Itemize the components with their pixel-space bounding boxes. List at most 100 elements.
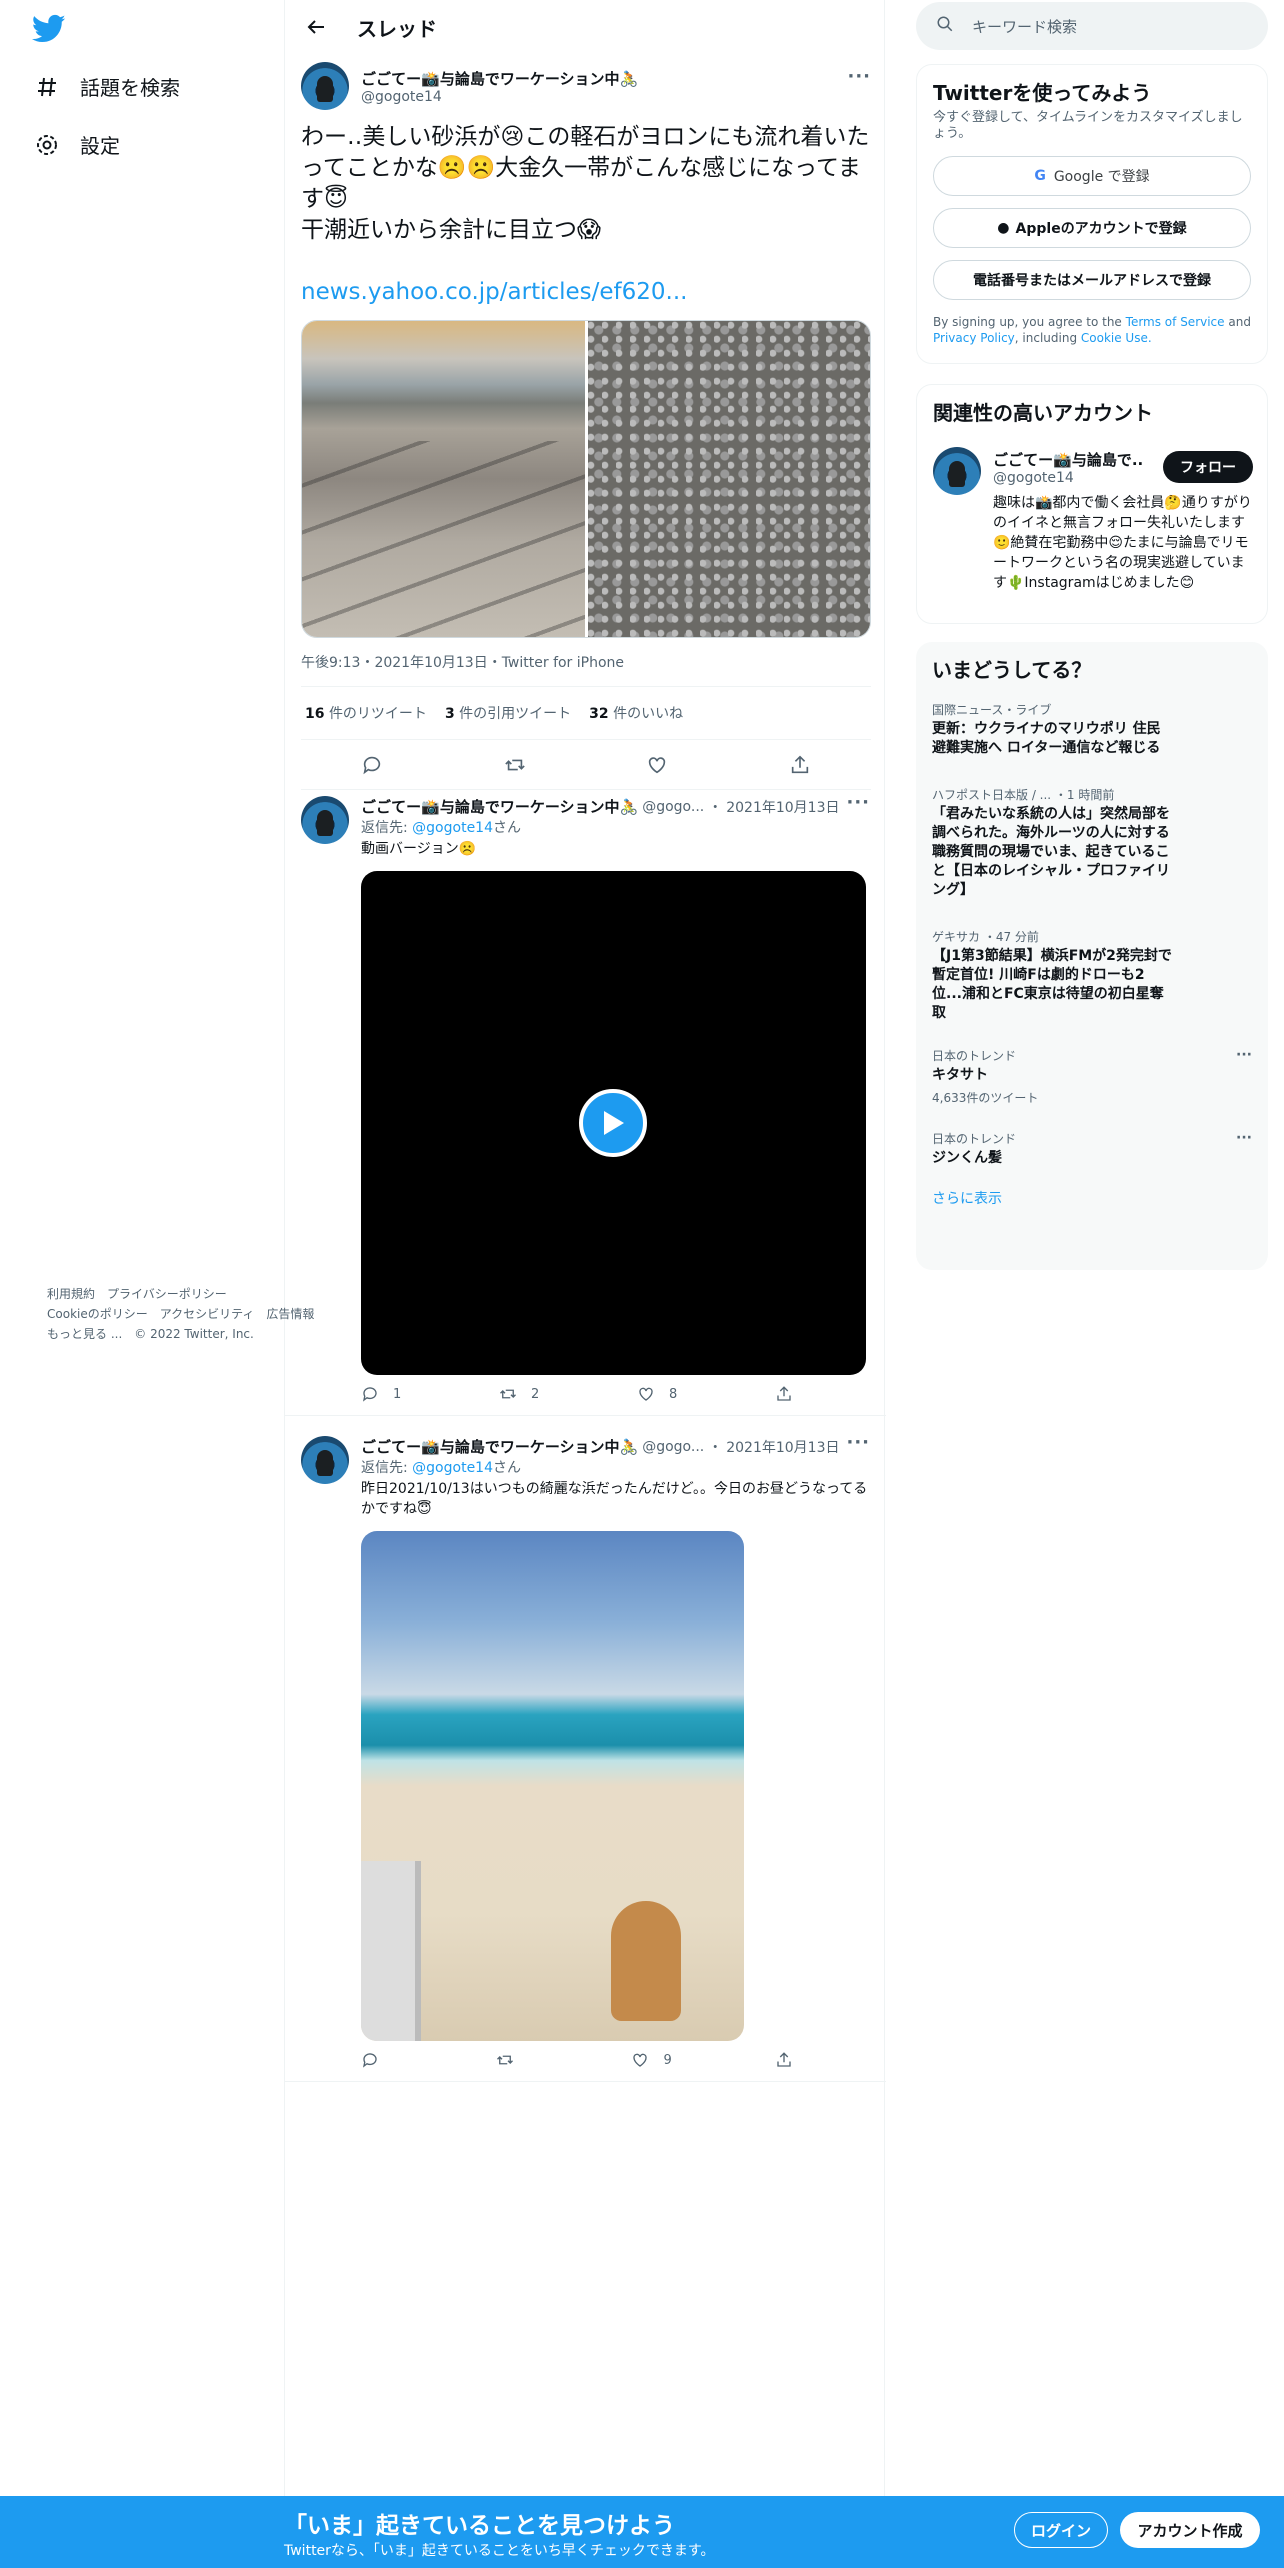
footer-link[interactable]: アクセシビリティ: [160, 1307, 255, 1321]
signup-title: Twitterを使ってみよう: [933, 81, 1152, 105]
tweet-user-name[interactable]: ごごてー📸与論島でワーケーション中🚴: [361, 68, 638, 89]
trends-box: いまどうしてる？ 国際ニュース・ライブ 更新：ウクライナのマリウポリ 住民避難実…: [916, 642, 1268, 1270]
share-button[interactable]: [775, 2051, 793, 2069]
likes-stat[interactable]: 32 件のいいね: [589, 703, 683, 723]
follow-button[interactable]: フォロー: [1163, 451, 1253, 483]
nav-settings-label: 設定: [80, 134, 120, 158]
footer-links: 利用規約 プライバシーポリシー Cookieのポリシー アクセシビリティ 広告情報 も…: [47, 1284, 377, 1344]
like-button[interactable]: 9: [631, 2051, 672, 2069]
main-tweet: ごごてー📸与論島でワーケーション中🚴 @gogote14 ··· わー‥美しい砂…: [301, 62, 871, 790]
tweet-meta[interactable]: 午後9:13・2021年10月13日・Twitter for iPhone: [301, 652, 871, 687]
retweets-stat[interactable]: 16 件のリツイート: [305, 703, 427, 723]
reply-user-name[interactable]: ごごてー📸与論島でワーケーション中🚴: [361, 796, 638, 817]
tweet-actions: [301, 740, 871, 790]
retweet-icon[interactable]: [503, 753, 527, 777]
related-name[interactable]: ごごてー📸与論島で...: [993, 449, 1143, 470]
trends-title: いまどうしてる？: [932, 658, 1092, 682]
footer-link[interactable]: Cookieのポリシー: [47, 1307, 148, 1321]
related-handle[interactable]: @gogote14: [993, 470, 1143, 486]
avatar[interactable]: [301, 1436, 349, 1484]
reply-date[interactable]: 2021年10月13日: [726, 797, 839, 817]
more-options-icon[interactable]: ···: [846, 792, 870, 813]
share-button[interactable]: [775, 1385, 793, 1403]
page-title: スレッド: [357, 16, 437, 41]
reply-button[interactable]: 1: [361, 1385, 401, 1403]
cookie-link[interactable]: Cookie Use.: [1081, 331, 1152, 345]
signup-note: 今すぐ登録して、タイムラインをカスタマイズしましょう。: [933, 110, 1243, 141]
arrow-left-icon[interactable]: [301, 12, 331, 42]
footer-link[interactable]: もっと見る ...: [47, 1327, 122, 1341]
reply-user-name[interactable]: ごごてー📸与論島でワーケーション中🚴: [361, 1436, 638, 1457]
google-signup-button[interactable]: G Google で登録: [933, 156, 1251, 196]
trend-item[interactable]: 日本のトレンド キタサト 4,633件のツイート ···: [916, 1037, 1268, 1116]
reply-tweet[interactable]: ごごてー📸与論島でワーケーション中🚴 @gogo... ・ 2021年10月13…: [285, 1424, 886, 2082]
play-icon[interactable]: [579, 1089, 647, 1157]
video-player[interactable]: [361, 871, 866, 1375]
reply-actions: 9: [361, 2051, 793, 2069]
reply-to-suffix: さん: [493, 820, 521, 836]
beach-photo[interactable]: [302, 321, 585, 637]
login-button[interactable]: ログイン: [1014, 2512, 1108, 2548]
reply-to-prefix: 返信先:: [361, 1460, 408, 1476]
trend-item[interactable]: 日本のトレンド ジンくん髪 ···: [916, 1120, 1268, 1178]
reply-actions: 1 2 8: [361, 1385, 793, 1403]
bottom-bar-subtitle: Twitterなら、「いま」起きていることをいち早くチェックできます。: [284, 2543, 715, 2559]
footer-link[interactable]: 利用規約: [47, 1287, 95, 1301]
quotes-stat[interactable]: 3 件の引用ツイート: [445, 703, 571, 723]
trend-item[interactable]: 国際ニュース・ライブ 更新：ウクライナのマリウポリ 住民避難実施へ ロイター通信…: [916, 691, 1268, 768]
search-placeholder: キーワード検索: [972, 17, 1078, 36]
reply-text: 昨日2021/10/13はいつもの綺麗な浜だったんだけど。。今日のお昼どうなって…: [361, 1481, 868, 1517]
nav-explore-label: 話題を検索: [80, 76, 180, 100]
more-options-icon[interactable]: ···: [847, 66, 871, 87]
nav-explore[interactable]: 話題を検索: [34, 72, 180, 101]
reply-to-link[interactable]: @gogote14: [412, 820, 493, 836]
thread-header: スレッド: [285, 0, 884, 54]
pumice-photo[interactable]: [587, 321, 870, 637]
footer-link[interactable]: プライバシーポリシー: [107, 1287, 227, 1301]
copyright: © 2022 Twitter, Inc.: [134, 1327, 254, 1341]
nav-settings[interactable]: 設定: [34, 130, 120, 159]
google-icon: G: [1034, 168, 1046, 184]
search-input[interactable]: キーワード検索: [916, 2, 1268, 50]
reply-button[interactable]: [361, 2051, 393, 2069]
more-options-icon[interactable]: ···: [1236, 1047, 1252, 1063]
more-options-icon[interactable]: ···: [1236, 1130, 1252, 1146]
trend-item[interactable]: ハフポスト日本版 / ... ・1 時間前 「君みたいな系統の人は」突然局部を調…: [916, 776, 1268, 910]
avatar[interactable]: [301, 796, 349, 844]
terms-link[interactable]: Terms of Service: [1126, 315, 1225, 329]
signup-terms: By signing up, you agree to the Terms of…: [933, 315, 1251, 345]
like-icon[interactable]: [645, 753, 669, 777]
reply-text: 動画バージョン☹️: [361, 841, 477, 857]
reply-to-suffix: さん: [493, 1460, 521, 1476]
more-options-icon[interactable]: ···: [846, 1432, 870, 1453]
apple-signup-button[interactable]: ● Appleのアカウントで登録: [933, 208, 1251, 248]
reply-date[interactable]: 2021年10月13日: [726, 1437, 839, 1457]
like-button[interactable]: 8: [637, 1385, 677, 1403]
share-icon[interactable]: [788, 753, 812, 777]
avatar[interactable]: [301, 62, 349, 110]
twitter-bird-icon[interactable]: [31, 14, 66, 44]
tweet-link[interactable]: news.yahoo.co.jp/articles/ef620...: [301, 277, 871, 308]
tweet-stats: 16 件のリツイート 3 件の引用ツイート 32 件のいいね: [301, 687, 871, 740]
signup-button[interactable]: アカウント作成: [1120, 2512, 1260, 2548]
tweet-user-handle[interactable]: @gogote14: [361, 89, 638, 105]
reply-to-prefix: 返信先:: [361, 820, 408, 836]
avatar[interactable]: [933, 447, 981, 495]
reply-to-link[interactable]: @gogote14: [412, 1460, 493, 1476]
reply-handle[interactable]: @gogo...: [642, 1439, 704, 1455]
signup-box: Twitterを使ってみよう 今すぐ登録して、タイムラインをカスタマイズしましょ…: [916, 64, 1268, 364]
search-icon: [936, 15, 954, 37]
privacy-link[interactable]: Privacy Policy: [933, 331, 1015, 345]
retweet-button[interactable]: 2: [499, 1385, 539, 1403]
trend-item[interactable]: ゲキサカ ・47 分前 【J1第3節結果】横浜FMが2発完封で暫定首位! 川崎F…: [916, 918, 1268, 1033]
show-more-link[interactable]: さらに表示: [932, 1191, 1002, 1207]
tweet-text: わー‥美しい砂浜が😢この軽石がヨロンにも流れ着いたってことかな☹️☹️大金久一帯…: [301, 124, 870, 243]
beach-chair: [361, 1861, 421, 2041]
phone-signup-button[interactable]: 電話番号またはメールアドレスで登録: [933, 260, 1251, 300]
retweet-button[interactable]: [496, 2051, 528, 2069]
bottom-bar-title: 「いま」起きていることを見つけよう: [284, 2513, 675, 2539]
reply-icon[interactable]: [360, 753, 384, 777]
reply-handle[interactable]: @gogo...: [642, 799, 704, 815]
footer-link[interactable]: 広告情報: [266, 1307, 314, 1321]
beach-dog-photo[interactable]: [361, 1531, 744, 2041]
